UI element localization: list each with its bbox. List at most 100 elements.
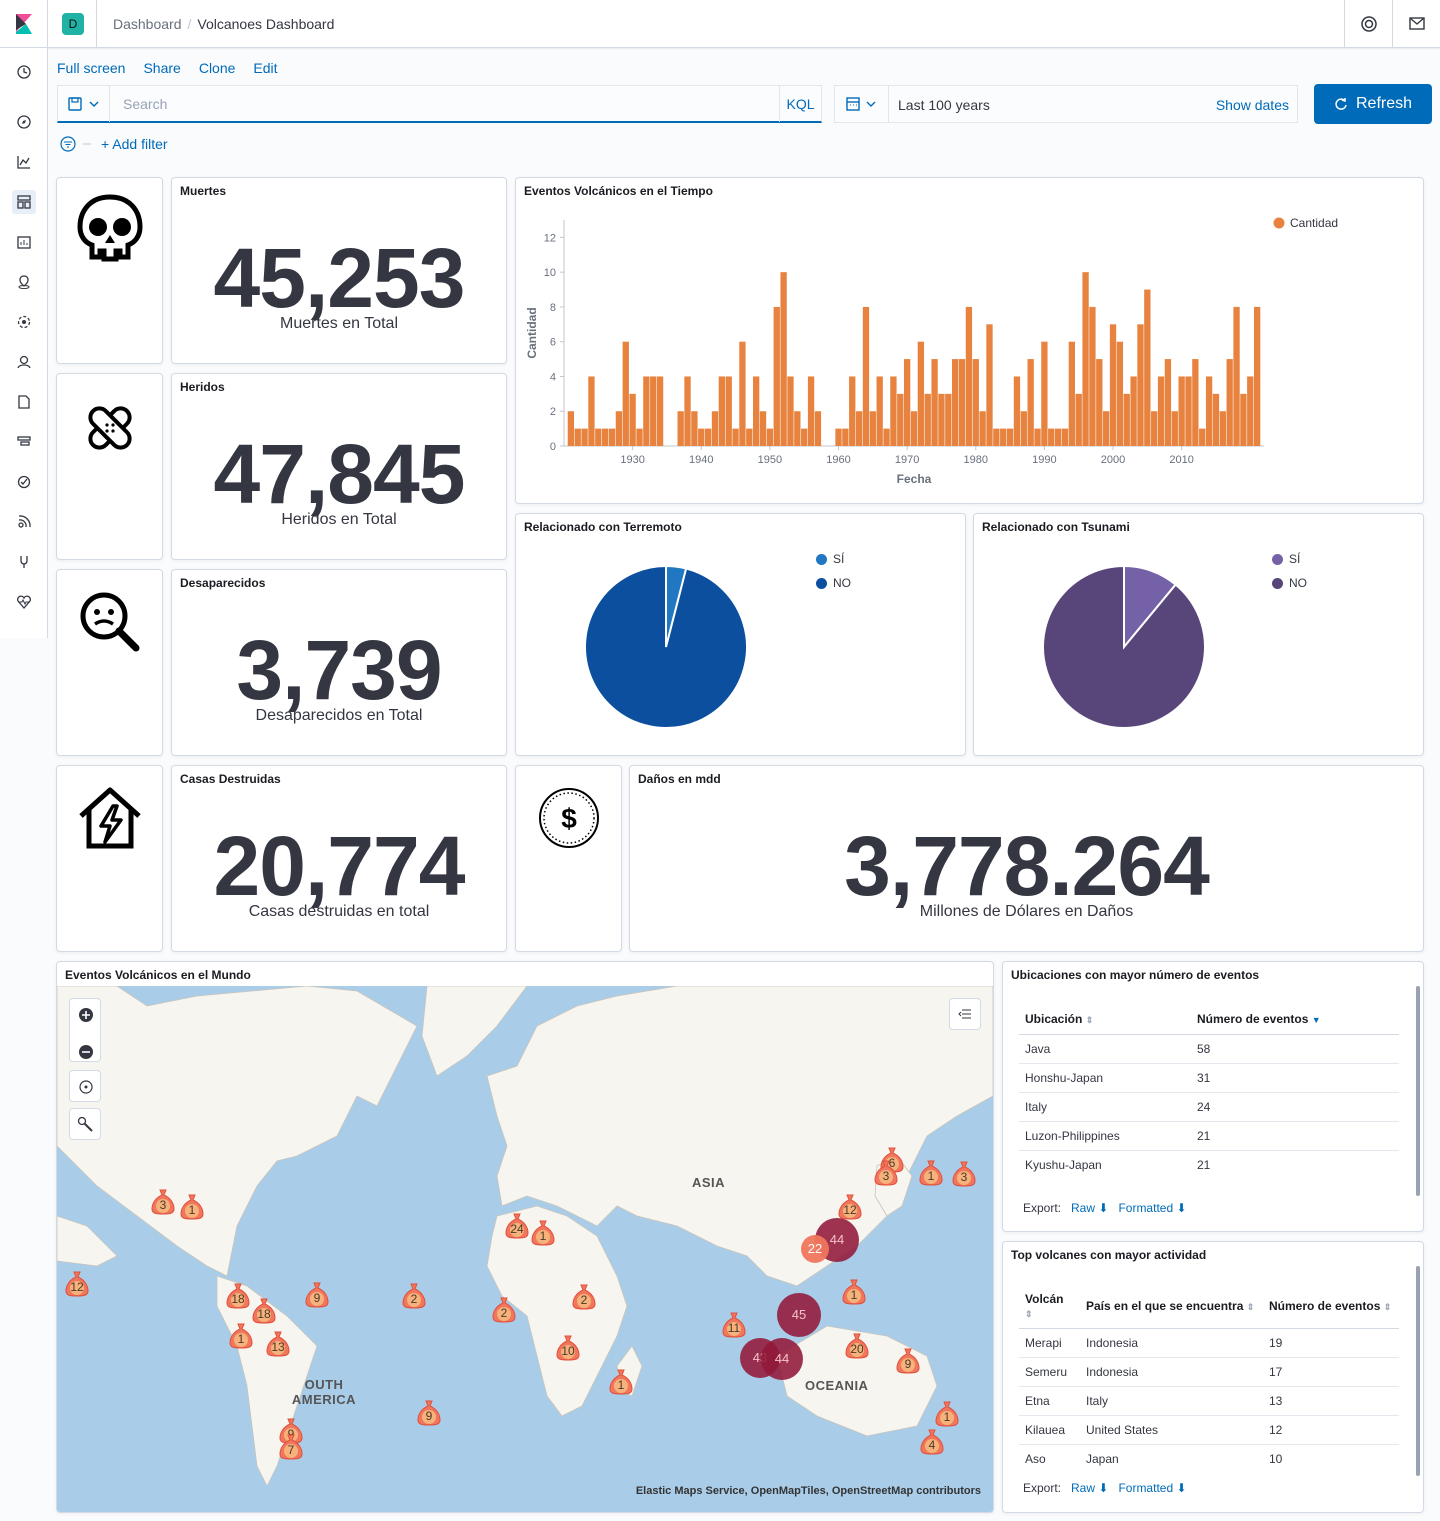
nav-apm[interactable] [12,430,36,454]
nav-monitoring[interactable] [12,590,36,614]
bar[interactable] [903,359,911,446]
nav-maps[interactable] [12,270,36,294]
map-marker[interactable]: 12 [838,1192,862,1220]
bar[interactable] [1048,428,1055,446]
map-marker[interactable]: 3 [952,1159,976,1187]
map-marker[interactable]: 18 [252,1296,276,1324]
bar[interactable] [1103,411,1110,446]
bar[interactable] [656,376,664,446]
map-marker[interactable]: 1 [609,1367,633,1395]
bar[interactable] [1151,411,1158,446]
column-header-events[interactable]: Número de eventos ⇕ [1263,1284,1399,1329]
bar[interactable] [814,411,822,446]
bar[interactable] [780,272,787,446]
bar[interactable] [595,428,602,446]
bar[interactable] [787,376,794,446]
quick-menu-button[interactable] [835,86,889,122]
world-map[interactable]: ASIA OUTH AMERICA OCEANIA 9 3 1 12 18 18 9 1 13 9… [57,986,993,1512]
map-marker[interactable]: 9 [417,1398,441,1426]
refresh-button[interactable]: Refresh [1314,84,1432,124]
bar[interactable] [801,428,808,446]
legend-item-yes[interactable]: SÍ [1272,552,1300,566]
bar[interactable] [917,341,925,446]
bar[interactable] [1096,359,1103,446]
bar[interactable] [958,359,966,446]
bar[interactable] [910,411,918,446]
help-button[interactable] [1344,0,1392,48]
bar[interactable] [924,393,931,446]
bar[interactable] [1185,376,1192,446]
nav-siem[interactable] [12,510,36,534]
breadcrumb-dashboard[interactable]: Dashboard [113,16,182,32]
map-marker[interactable]: 24 [505,1211,529,1239]
bar[interactable] [883,428,890,446]
bar[interactable] [1178,376,1185,446]
map-marker[interactable]: 2 [492,1295,516,1323]
bar[interactable] [1164,359,1172,446]
legend-item-yes[interactable]: SÍ [816,552,844,566]
nav-dashboard[interactable] [12,190,36,214]
clone-link[interactable]: Clone [199,60,236,76]
bar[interactable] [567,411,575,446]
map-marker[interactable]: 1 [229,1321,253,1349]
map-cluster[interactable]: 44 [761,1338,803,1380]
bar[interactable] [643,376,650,446]
nav-ml[interactable] [12,310,36,334]
bar[interactable] [629,393,636,446]
bar[interactable] [849,376,856,446]
filter-options-icon[interactable] [60,136,96,154]
bar[interactable] [890,376,897,446]
export-formatted-link[interactable]: Formatted ⬇ [1118,1201,1186,1215]
bar[interactable] [869,411,876,446]
search-input[interactable] [111,86,781,122]
bar[interactable] [574,428,581,446]
bar[interactable] [581,428,588,446]
bar[interactable] [1109,324,1117,446]
bar[interactable] [993,428,1000,446]
bar[interactable] [711,411,719,446]
bar[interactable] [1034,428,1041,446]
legend-item-no[interactable]: NO [816,576,851,590]
time-range-label[interactable]: Last 100 years [898,97,990,113]
bar[interactable] [835,428,842,446]
bar[interactable] [1006,428,1014,446]
map-marker[interactable]: 1 [531,1218,555,1246]
map-marker[interactable]: 3 [874,1158,898,1186]
bar[interactable] [952,359,959,446]
export-formatted-link[interactable]: Formatted ⬇ [1118,1481,1186,1495]
add-filter-link[interactable]: + Add filter [101,136,168,152]
space-selector[interactable]: D [49,0,97,48]
map-marker[interactable]: 1 [919,1158,943,1186]
bar[interactable] [677,411,684,446]
newsfeed-button[interactable] [1392,0,1440,48]
nav-infrastructure[interactable] [12,350,36,374]
map-marker[interactable]: 1 [180,1192,204,1220]
nav-canvas[interactable] [12,230,36,254]
bar[interactable] [862,306,870,446]
bar[interactable] [1253,306,1261,446]
bar[interactable] [622,341,629,446]
bar[interactable] [979,411,986,446]
show-dates-link[interactable]: Show dates [1216,97,1289,113]
bar[interactable] [897,393,904,446]
bar[interactable] [1233,306,1240,446]
zoom-in-icon[interactable] [70,999,102,1031]
nav-uptime[interactable] [12,470,36,494]
zoom-out-icon[interactable] [70,1036,102,1068]
bar[interactable] [972,359,979,446]
pie-slice-no[interactable] [584,564,748,729]
bar[interactable] [1205,376,1213,446]
edit-link[interactable]: Edit [253,60,277,76]
bar[interactable] [965,306,973,446]
bar[interactable] [986,324,993,446]
map-marker[interactable]: 13 [266,1329,290,1357]
bar[interactable] [1027,359,1034,446]
legend-item-no[interactable]: NO [1272,576,1307,590]
map-marker[interactable]: 10 [556,1333,580,1361]
pie-slice-no[interactable] [1042,564,1206,729]
bar[interactable] [945,393,952,446]
bar[interactable] [876,376,883,446]
nav-dev-tools[interactable] [12,550,36,574]
bar[interactable] [1068,341,1075,446]
scrollbar[interactable] [1416,986,1420,1196]
